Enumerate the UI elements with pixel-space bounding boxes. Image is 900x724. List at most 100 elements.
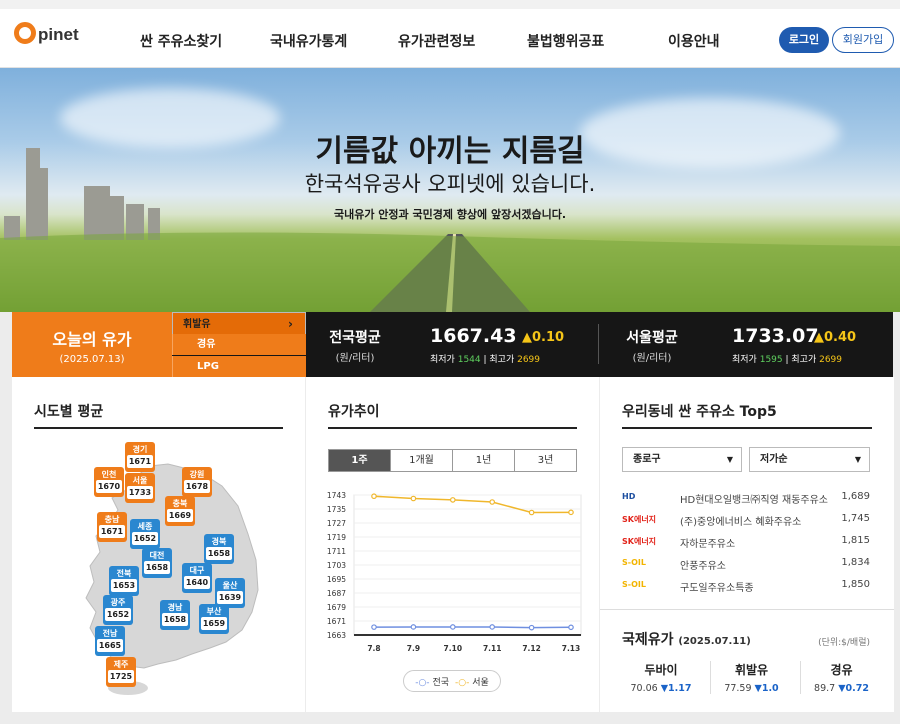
region-tag[interactable]: 충북 1669 [165, 496, 195, 526]
y-tick-label: 1719 [327, 533, 346, 542]
brand-logo-icon: HD [622, 492, 636, 501]
intl-value: 89.7 [814, 683, 839, 694]
station-name: 구도일주유소특종 [680, 583, 754, 594]
region-name: 대전 [149, 551, 165, 560]
region-name: 충남 [104, 515, 120, 524]
region-name: 제주 [113, 660, 129, 669]
nav-domestic-stats[interactable]: 국내유가통계 [270, 31, 347, 51]
data-point [489, 499, 496, 505]
region-value: 1639 [217, 591, 243, 604]
seoul-unit: (원/리터) [632, 353, 672, 364]
join-button[interactable]: 회원가입 [832, 27, 894, 53]
region-value: 1653 [111, 579, 137, 592]
station-row[interactable]: HD HD현대오일뱅크㈜직영 재동주유소 1,689 [622, 487, 870, 509]
station-name: HD현대오일뱅크㈜직영 재동주유소 [680, 495, 828, 506]
region-value: 1671 [127, 455, 153, 468]
brand-logo-icon: S-OIL [622, 580, 646, 589]
station-price: 1,745 [841, 513, 870, 524]
intl-price-name: 두바이 [644, 663, 678, 677]
trend-title: 유가추이 [328, 404, 380, 420]
intl-price-value: 77.59 ▼1.0 [711, 683, 792, 694]
region-tag[interactable]: 경남 1658 [160, 600, 190, 630]
tab-1week[interactable]: 1주 [329, 450, 390, 471]
fuel-tab-diesel[interactable]: 경유 [172, 334, 306, 355]
y-tick-label: 1711 [327, 547, 346, 556]
region-tag[interactable]: 서울 1733 [125, 473, 155, 503]
chevron-down-icon: ▼ [726, 455, 733, 464]
fuel-tab-lpg[interactable]: LPG [172, 356, 306, 377]
region-value: 1640 [184, 576, 210, 589]
max-label: 최고가 [791, 355, 817, 365]
region-tag[interactable]: 광주 1652 [103, 595, 133, 625]
nav-illegal-disclosure[interactable]: 불법행위공표 [527, 31, 604, 51]
y-tick-label: 1687 [327, 589, 346, 598]
tab-1year[interactable]: 1년 [452, 450, 514, 471]
region-tag[interactable]: 경북 1658 [204, 534, 234, 564]
opinet-logo[interactable]: pinet [14, 22, 79, 44]
region-tag[interactable]: 부산 1659 [199, 604, 229, 634]
national-unit: (원/리터) [335, 353, 375, 364]
intl-change: ▼0.72 [838, 683, 869, 694]
nav-price-info[interactable]: 유가관련정보 [398, 31, 475, 51]
station-price: 1,815 [841, 535, 870, 546]
today-date: (2025.07.13) [59, 354, 125, 365]
data-point [568, 624, 574, 631]
region-value: 1652 [105, 608, 131, 621]
station-row[interactable]: SK에너지 자하문주유소 1,815 [622, 531, 870, 553]
region-name: 강원 [189, 470, 205, 479]
region-tag[interactable]: 충남 1671 [97, 512, 127, 542]
region-tag[interactable]: 강원 1678 [182, 467, 212, 497]
nav-guide[interactable]: 이용안내 [668, 31, 720, 51]
national-minmax: 최저가 1544 | 최고가 2699 [430, 355, 541, 365]
region-tag[interactable]: 경기 1671 [125, 442, 155, 472]
nav-cheap-station[interactable]: 싼 주유소찾기 [140, 31, 222, 51]
chart-legend: -○- 전국 -○- 서울 [403, 670, 501, 692]
data-point [489, 624, 496, 630]
station-row[interactable]: SK에너지 (주)중앙에너비스 혜화주유소 1,745 [622, 509, 870, 531]
today-price-box: 오늘의 유가 (2025.07.13) [12, 312, 172, 377]
region-value: 1652 [132, 532, 158, 545]
brand-logo-icon: SK에너지 [622, 515, 657, 524]
region-name: 전북 [116, 569, 132, 578]
region-tag[interactable]: 인천 1670 [94, 467, 124, 497]
intl-title: 국제유가 (2025.07.11) [622, 632, 751, 648]
chevron-right-icon: › [288, 317, 293, 331]
region-tag[interactable]: 세종 1652 [130, 519, 160, 549]
region-value: 1665 [97, 639, 123, 652]
region-name: 광주 [110, 598, 126, 607]
national-min: 1544 [457, 355, 481, 365]
max-label: 최고가 [489, 355, 515, 365]
region-tag[interactable]: 전남 1665 [95, 626, 125, 656]
legend-seoul[interactable]: -○- 서울 [455, 675, 489, 688]
top5-title: 우리동네 싼 주유소 Top5 [622, 404, 777, 420]
trend-line-chart: 1663 1671 1679 1687 1695 1703 1711 1719 1727 1735… [327, 491, 582, 653]
login-button[interactable]: 로그인 [779, 27, 829, 53]
intl-price-item: 경유 89.7 ▼0.72 [800, 661, 882, 694]
region-tag[interactable]: 전북 1653 [109, 566, 139, 596]
top5-panel: 우리동네 싼 주유소 Top5 종로구 ▼ 저가순 ▼ HD HD현대오일뱅크㈜직… [600, 377, 894, 712]
tab-1month[interactable]: 1개월 [390, 450, 452, 471]
region-tag[interactable]: 대구 1640 [182, 563, 212, 593]
region-tag[interactable]: 대전 1658 [142, 548, 172, 578]
seoul-price: 1733.07 [732, 325, 819, 347]
district-select[interactable]: 종로구 ▼ [622, 447, 742, 472]
tab-3year[interactable]: 3년 [514, 450, 576, 471]
title-underline [34, 427, 283, 429]
station-price: 1,834 [841, 557, 870, 568]
logo-o-mark [14, 22, 36, 44]
legend-national[interactable]: -○- 전국 [415, 675, 449, 688]
hero-headline: 기름값 아끼는 지름길 [315, 134, 585, 169]
y-tick-label: 1671 [327, 617, 346, 626]
period-tabs: 1주 1개월 1년 3년 [328, 449, 577, 472]
station-row[interactable]: S-OIL 구도일주유소특종 1,850 [622, 575, 870, 597]
region-value: 1678 [184, 480, 210, 493]
section-divider [600, 609, 894, 610]
sort-select[interactable]: 저가순 ▼ [749, 447, 870, 472]
region-tag[interactable]: 제주 1725 [106, 657, 136, 687]
national-change: ▲0.10 [522, 330, 565, 345]
station-row[interactable]: S-OIL 안풍주유소 1,834 [622, 553, 870, 575]
intl-date: (2025.07.11) [678, 636, 751, 647]
region-name: 대구 [189, 566, 205, 575]
y-tick-label: 1695 [327, 575, 346, 584]
region-name: 울산 [222, 581, 238, 590]
